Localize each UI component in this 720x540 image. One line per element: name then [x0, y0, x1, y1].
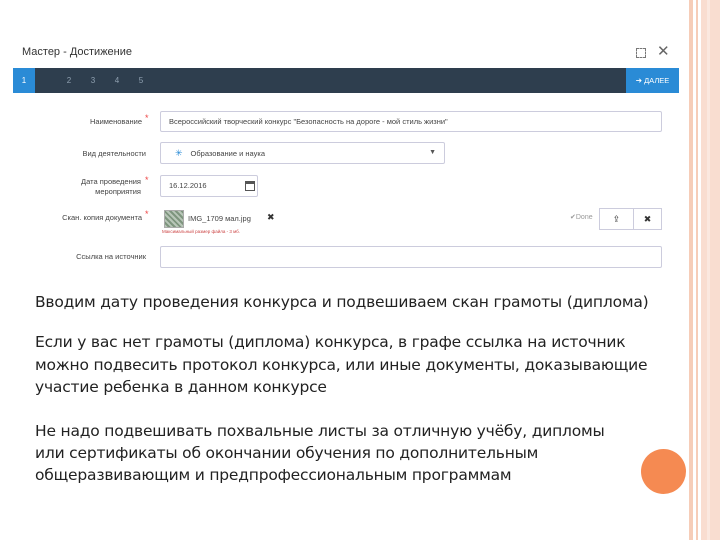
required-mark: *	[145, 209, 149, 219]
date-label-line1: Дата проведения	[81, 177, 141, 186]
decor-stripe	[689, 0, 693, 540]
upload-status-label: Done	[575, 214, 593, 221]
date-label-line2: мероприятия	[95, 187, 141, 196]
calendar-icon[interactable]	[245, 181, 255, 191]
instruction-text-3a: Не надо подвешивать похвальные листы за …	[35, 422, 605, 440]
instruction-text-2c: участие ребенка в данном конкурсе	[35, 378, 327, 396]
activity-label: Вид деятельности	[82, 149, 146, 158]
step-1[interactable]: 1	[13, 68, 35, 93]
step-4[interactable]: 4	[107, 68, 127, 93]
asterisk-icon: ✳	[175, 148, 183, 158]
decor-circle	[641, 449, 686, 494]
required-mark: *	[145, 113, 149, 123]
file-name: IMG_1709 мал.jpg	[188, 214, 251, 223]
name-input[interactable]: Всероссийский творческий конкурс "Безопа…	[160, 111, 662, 132]
instruction-text-1: Вводим дату проведения конкурса и подвеш…	[35, 293, 649, 311]
name-label: Наименование	[90, 117, 142, 126]
modal-title: Мастер - Достижение	[22, 46, 133, 58]
next-button[interactable]: ➔ ДАЛЕЕ	[626, 68, 679, 93]
step-3[interactable]: 3	[83, 68, 103, 93]
decor-stripe	[696, 0, 698, 540]
instruction-text-3c: общеразвивающим и предпрофессиональным п…	[35, 466, 512, 484]
file-thumbnail	[164, 210, 184, 228]
instruction-text-2a: Если у вас нет грамоты (диплома) конкурс…	[35, 333, 626, 351]
chevron-down-icon: ▼	[429, 149, 436, 156]
upload-button[interactable]: ⇪	[599, 208, 634, 230]
link-label: Ссылка на источник	[76, 252, 146, 261]
upload-status: ✔Done	[570, 213, 593, 221]
clear-file-button[interactable]: ✖	[633, 208, 662, 230]
remove-file-icon[interactable]: ✖	[267, 212, 275, 223]
date-input[interactable]: 16.12.2016	[160, 175, 258, 197]
instruction-text-2b: можно подвесить протокол конкурса, или и…	[35, 356, 648, 374]
close-icon[interactable]: ✕	[657, 44, 670, 60]
decor-stripe	[707, 0, 710, 540]
activity-value: Образование и наука	[190, 149, 265, 158]
wizard-stepbar: 1 2 3 4 5 ➔ ДАЛЕЕ	[13, 68, 679, 93]
close-icon: ✖	[643, 214, 652, 224]
decor-stripe	[701, 0, 720, 540]
scan-label: Скан. копия документа	[62, 213, 142, 222]
instruction-text-3b: или сертификаты об окончании обучения по…	[35, 444, 539, 462]
maximize-icon[interactable]	[636, 48, 646, 58]
activity-select[interactable]: ✳ Образование и наука ▼	[160, 142, 445, 164]
step-5[interactable]: 5	[131, 68, 151, 93]
required-mark: *	[145, 175, 149, 185]
step-2[interactable]: 2	[59, 68, 79, 93]
upload-icon: ⇪	[612, 214, 621, 224]
link-input[interactable]	[160, 246, 662, 268]
file-size-hint: Максимальный размер файла - 3 мб.	[162, 229, 240, 234]
